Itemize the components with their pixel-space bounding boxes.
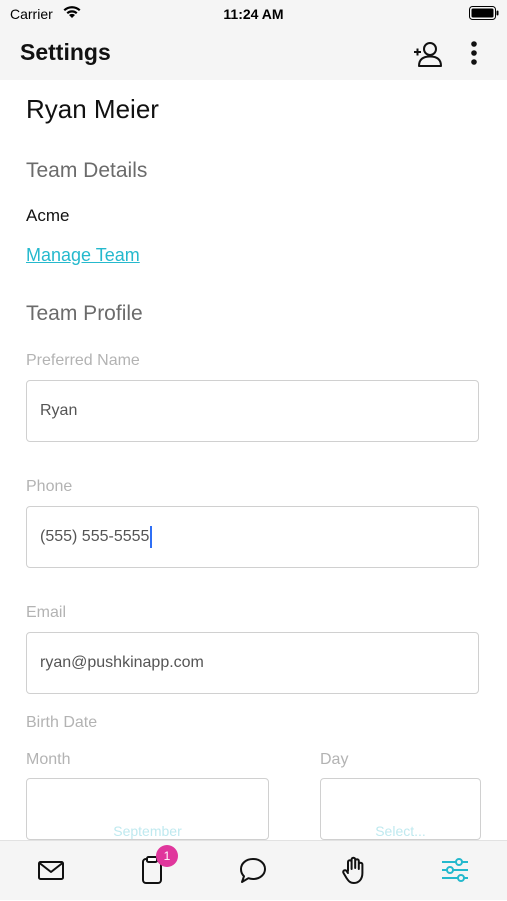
text-caret [150,526,153,548]
app-header: Settings [0,30,507,80]
more-vertical-icon[interactable] [462,38,486,70]
battery-icon [469,6,499,20]
team-details-title: Team Details [26,159,148,182]
settings-content[interactable]: Ryan Meier Team Details Acme Manage Team… [0,80,507,840]
phone-input[interactable]: (555) 555-5555 [26,506,479,568]
page-title: Settings [20,39,111,65]
settings-sliders-icon [441,858,468,882]
hand-icon [341,856,363,884]
tab-chat[interactable] [202,841,303,901]
tab-hand[interactable] [303,841,404,901]
tab-bar [0,840,507,900]
day-label: Day [320,751,349,768]
preferred-name-value: Ryan [40,402,78,419]
team-profile-title: Team Profile [26,302,143,325]
team-name: Acme [26,206,70,225]
month-select[interactable]: September [26,778,269,840]
tab-clipboard[interactable] [101,841,202,901]
preferred-name-input[interactable]: Ryan [26,380,479,442]
month-label: Month [26,751,71,768]
tab-mail[interactable] [0,841,101,901]
phone-label: Phone [26,478,73,495]
profile-name: Ryan Meier [26,94,159,124]
status-time: 11:24 AM [223,6,284,22]
month-select-value: September [113,823,182,839]
email-input[interactable]: ryan@pushkinapp.com [26,632,479,694]
mail-icon [37,861,64,880]
add-user-icon[interactable] [412,38,444,70]
status-bar: Carrier 11:24 AM [0,0,507,30]
preferred-name-label: Preferred Name [26,352,140,369]
chat-icon [239,858,266,883]
birth-date-label: Birth Date [26,714,98,731]
day-select-value: Select... [375,823,426,839]
email-label: Email [26,604,67,621]
manage-team-link[interactable]: Manage Team [26,245,140,266]
email-value: ryan@pushkinapp.com [40,654,204,671]
tab-settings[interactable] [404,841,505,901]
phone-value: (555) 555-5555 [40,528,150,545]
clipboard-badge: 1 [156,845,178,867]
day-select[interactable]: Select... [320,778,481,840]
